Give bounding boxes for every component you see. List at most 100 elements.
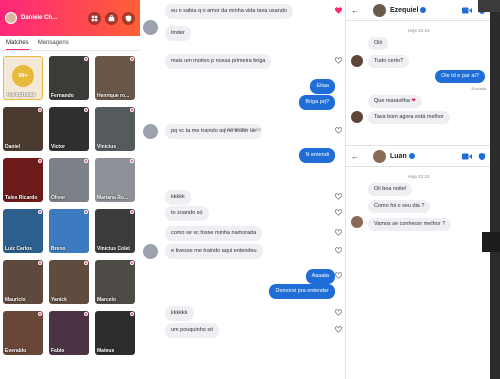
sender-avatar[interactable] bbox=[351, 55, 363, 67]
new-match-dot bbox=[130, 210, 134, 214]
match-name: Daniel bbox=[5, 144, 21, 150]
tab-messages[interactable]: Mensagens bbox=[38, 38, 69, 50]
received-message[interactable]: como se vc fosse minha namorada bbox=[165, 226, 263, 241]
match-tile[interactable]: Yanick bbox=[49, 260, 89, 304]
sent-message[interactable]: Briga pq? bbox=[299, 95, 335, 110]
match-tile[interactable]: Victor bbox=[49, 107, 89, 151]
safety-button[interactable] bbox=[122, 11, 135, 25]
match-name: Mariana Ro... bbox=[97, 195, 129, 201]
user-avatar[interactable] bbox=[5, 12, 17, 24]
match-name: Tales Ricardo bbox=[5, 195, 38, 201]
sender-avatar[interactable] bbox=[351, 111, 363, 123]
match-tile[interactable]: Daniel bbox=[3, 107, 43, 151]
like-heart-icon[interactable] bbox=[335, 247, 342, 254]
received-message[interactable]: Vamos se conhecer melhor ? bbox=[368, 218, 452, 231]
match-tile[interactable]: Luiz Carlos bbox=[3, 209, 43, 253]
match-tile[interactable]: Fabio bbox=[49, 311, 89, 355]
received-message[interactable]: Tava bom agora está melhor bbox=[368, 111, 450, 124]
received-message[interactable]: Oiii bbox=[368, 37, 388, 50]
match-tile[interactable]: Mateus bbox=[95, 311, 135, 355]
read-receipt: Enviada bbox=[471, 86, 486, 91]
back-icon[interactable]: ← bbox=[351, 6, 363, 15]
received-message[interactable]: mais um motivo p nossa primeira briga bbox=[165, 54, 272, 69]
new-match-dot bbox=[130, 108, 134, 112]
match-name: Breno bbox=[51, 246, 66, 252]
tab-matches[interactable]: Matches bbox=[6, 38, 29, 50]
chat-thread: eu n sabia q o amor da minha vida tava u… bbox=[140, 0, 345, 379]
received-message[interactable]: eu n sabia q o amor da minha vida tava u… bbox=[165, 4, 293, 19]
new-match-dot bbox=[130, 312, 134, 316]
passport-button[interactable] bbox=[105, 11, 118, 25]
match-tile[interactable]: Oliver bbox=[49, 158, 89, 202]
sender-avatar[interactable] bbox=[351, 216, 363, 228]
timestamp: 13/09/2023, 19:16 bbox=[224, 127, 261, 132]
background-strip bbox=[490, 0, 500, 379]
heart-emoji-icon: ❤ bbox=[409, 98, 416, 104]
sender-avatar[interactable] bbox=[143, 244, 158, 259]
match-tile[interactable]: Mauricio bbox=[3, 260, 43, 304]
timestamp: Hoje 21:24 bbox=[407, 28, 430, 33]
likes-caption: +99 curtidas bbox=[6, 92, 36, 98]
match-tile[interactable]: Vinicius bbox=[95, 107, 135, 151]
shield-icon[interactable] bbox=[478, 152, 486, 161]
received-message[interactable]: Oii boa noite! bbox=[368, 183, 413, 196]
match-tile[interactable]: Tales Ricardo bbox=[3, 158, 43, 202]
received-message[interactable]: Como foi o seu dia ? bbox=[368, 200, 431, 213]
sent-message[interactable]: Oie td e par aí? bbox=[435, 70, 485, 83]
match-tile[interactable]: Everaldo bbox=[3, 311, 43, 355]
received-message[interactable]: um pouquinho só bbox=[165, 323, 220, 338]
received-message[interactable]: tinder bbox=[165, 26, 191, 41]
sender-avatar[interactable] bbox=[143, 20, 158, 35]
likes-you-tile[interactable]: 99+ +99 curtidas bbox=[3, 56, 43, 100]
contact-name[interactable]: Ezequiel bbox=[390, 7, 418, 14]
sent-message[interactable]: N entendi bbox=[299, 148, 335, 163]
new-match-dot bbox=[130, 57, 134, 61]
back-icon[interactable]: ← bbox=[351, 152, 363, 161]
match-name: Fernando bbox=[51, 93, 74, 99]
video-call-icon[interactable] bbox=[462, 7, 472, 14]
tabs: Matches Mensagens bbox=[0, 38, 140, 50]
chat-header-luan: ← Luan bbox=[346, 146, 491, 166]
received-message[interactable]: Que maravilha ❤ bbox=[368, 95, 422, 108]
chat-header-ezequiel: ← Ezequiel bbox=[346, 0, 491, 20]
user-name[interactable]: Daniele Ch... bbox=[21, 15, 84, 21]
like-heart-icon[interactable] bbox=[335, 229, 342, 236]
match-name: Victor bbox=[51, 144, 66, 150]
like-heart-icon[interactable] bbox=[335, 57, 342, 64]
match-tile[interactable]: Marcelo bbox=[95, 260, 135, 304]
match-name: Yanick bbox=[51, 297, 67, 303]
like-heart-icon[interactable] bbox=[335, 209, 342, 216]
briefcase-icon bbox=[108, 14, 115, 21]
match-tile[interactable]: Mariana Ro... bbox=[95, 158, 135, 202]
new-match-dot bbox=[38, 108, 42, 112]
received-message[interactable]: to zoando só bbox=[165, 206, 209, 221]
sent-message[interactable]: Aaaata bbox=[305, 269, 335, 284]
like-heart-icon[interactable] bbox=[335, 272, 342, 279]
received-message[interactable]: Tudo certo? bbox=[368, 55, 410, 68]
sent-message[interactable]: Eitaa bbox=[310, 79, 335, 94]
verified-icon bbox=[408, 153, 415, 159]
received-message[interactable]: kkkkkk bbox=[165, 306, 194, 321]
contact-name[interactable]: Luan bbox=[390, 153, 407, 160]
video-call-icon[interactable] bbox=[462, 153, 472, 160]
match-tile[interactable]: Vinicius Colet bbox=[95, 209, 135, 253]
app-header: Daniele Ch... bbox=[0, 0, 140, 36]
like-heart-icon[interactable] bbox=[335, 193, 342, 200]
match-tile[interactable]: Breno bbox=[49, 209, 89, 253]
like-heart-icon[interactable] bbox=[335, 326, 342, 333]
like-heart-icon[interactable] bbox=[335, 309, 342, 316]
background-strip-top bbox=[478, 0, 500, 12]
received-message[interactable]: kkkkk bbox=[165, 190, 191, 205]
divider bbox=[346, 20, 491, 21]
match-name: Vinicius Colet bbox=[97, 246, 130, 252]
received-message[interactable]: e tivesse me traindo aqui entendeu bbox=[165, 244, 263, 259]
avatar[interactable] bbox=[373, 3, 386, 17]
match-tile[interactable]: Fernando bbox=[49, 56, 89, 100]
avatar[interactable] bbox=[373, 149, 386, 163]
new-match-dot bbox=[130, 261, 134, 265]
like-heart-icon[interactable] bbox=[335, 7, 342, 14]
explore-button[interactable] bbox=[88, 11, 101, 25]
match-tile[interactable]: Henrique ro... bbox=[95, 56, 135, 100]
new-match-dot bbox=[84, 261, 88, 265]
sent-message[interactable]: Demorei pra entender bbox=[269, 284, 335, 299]
